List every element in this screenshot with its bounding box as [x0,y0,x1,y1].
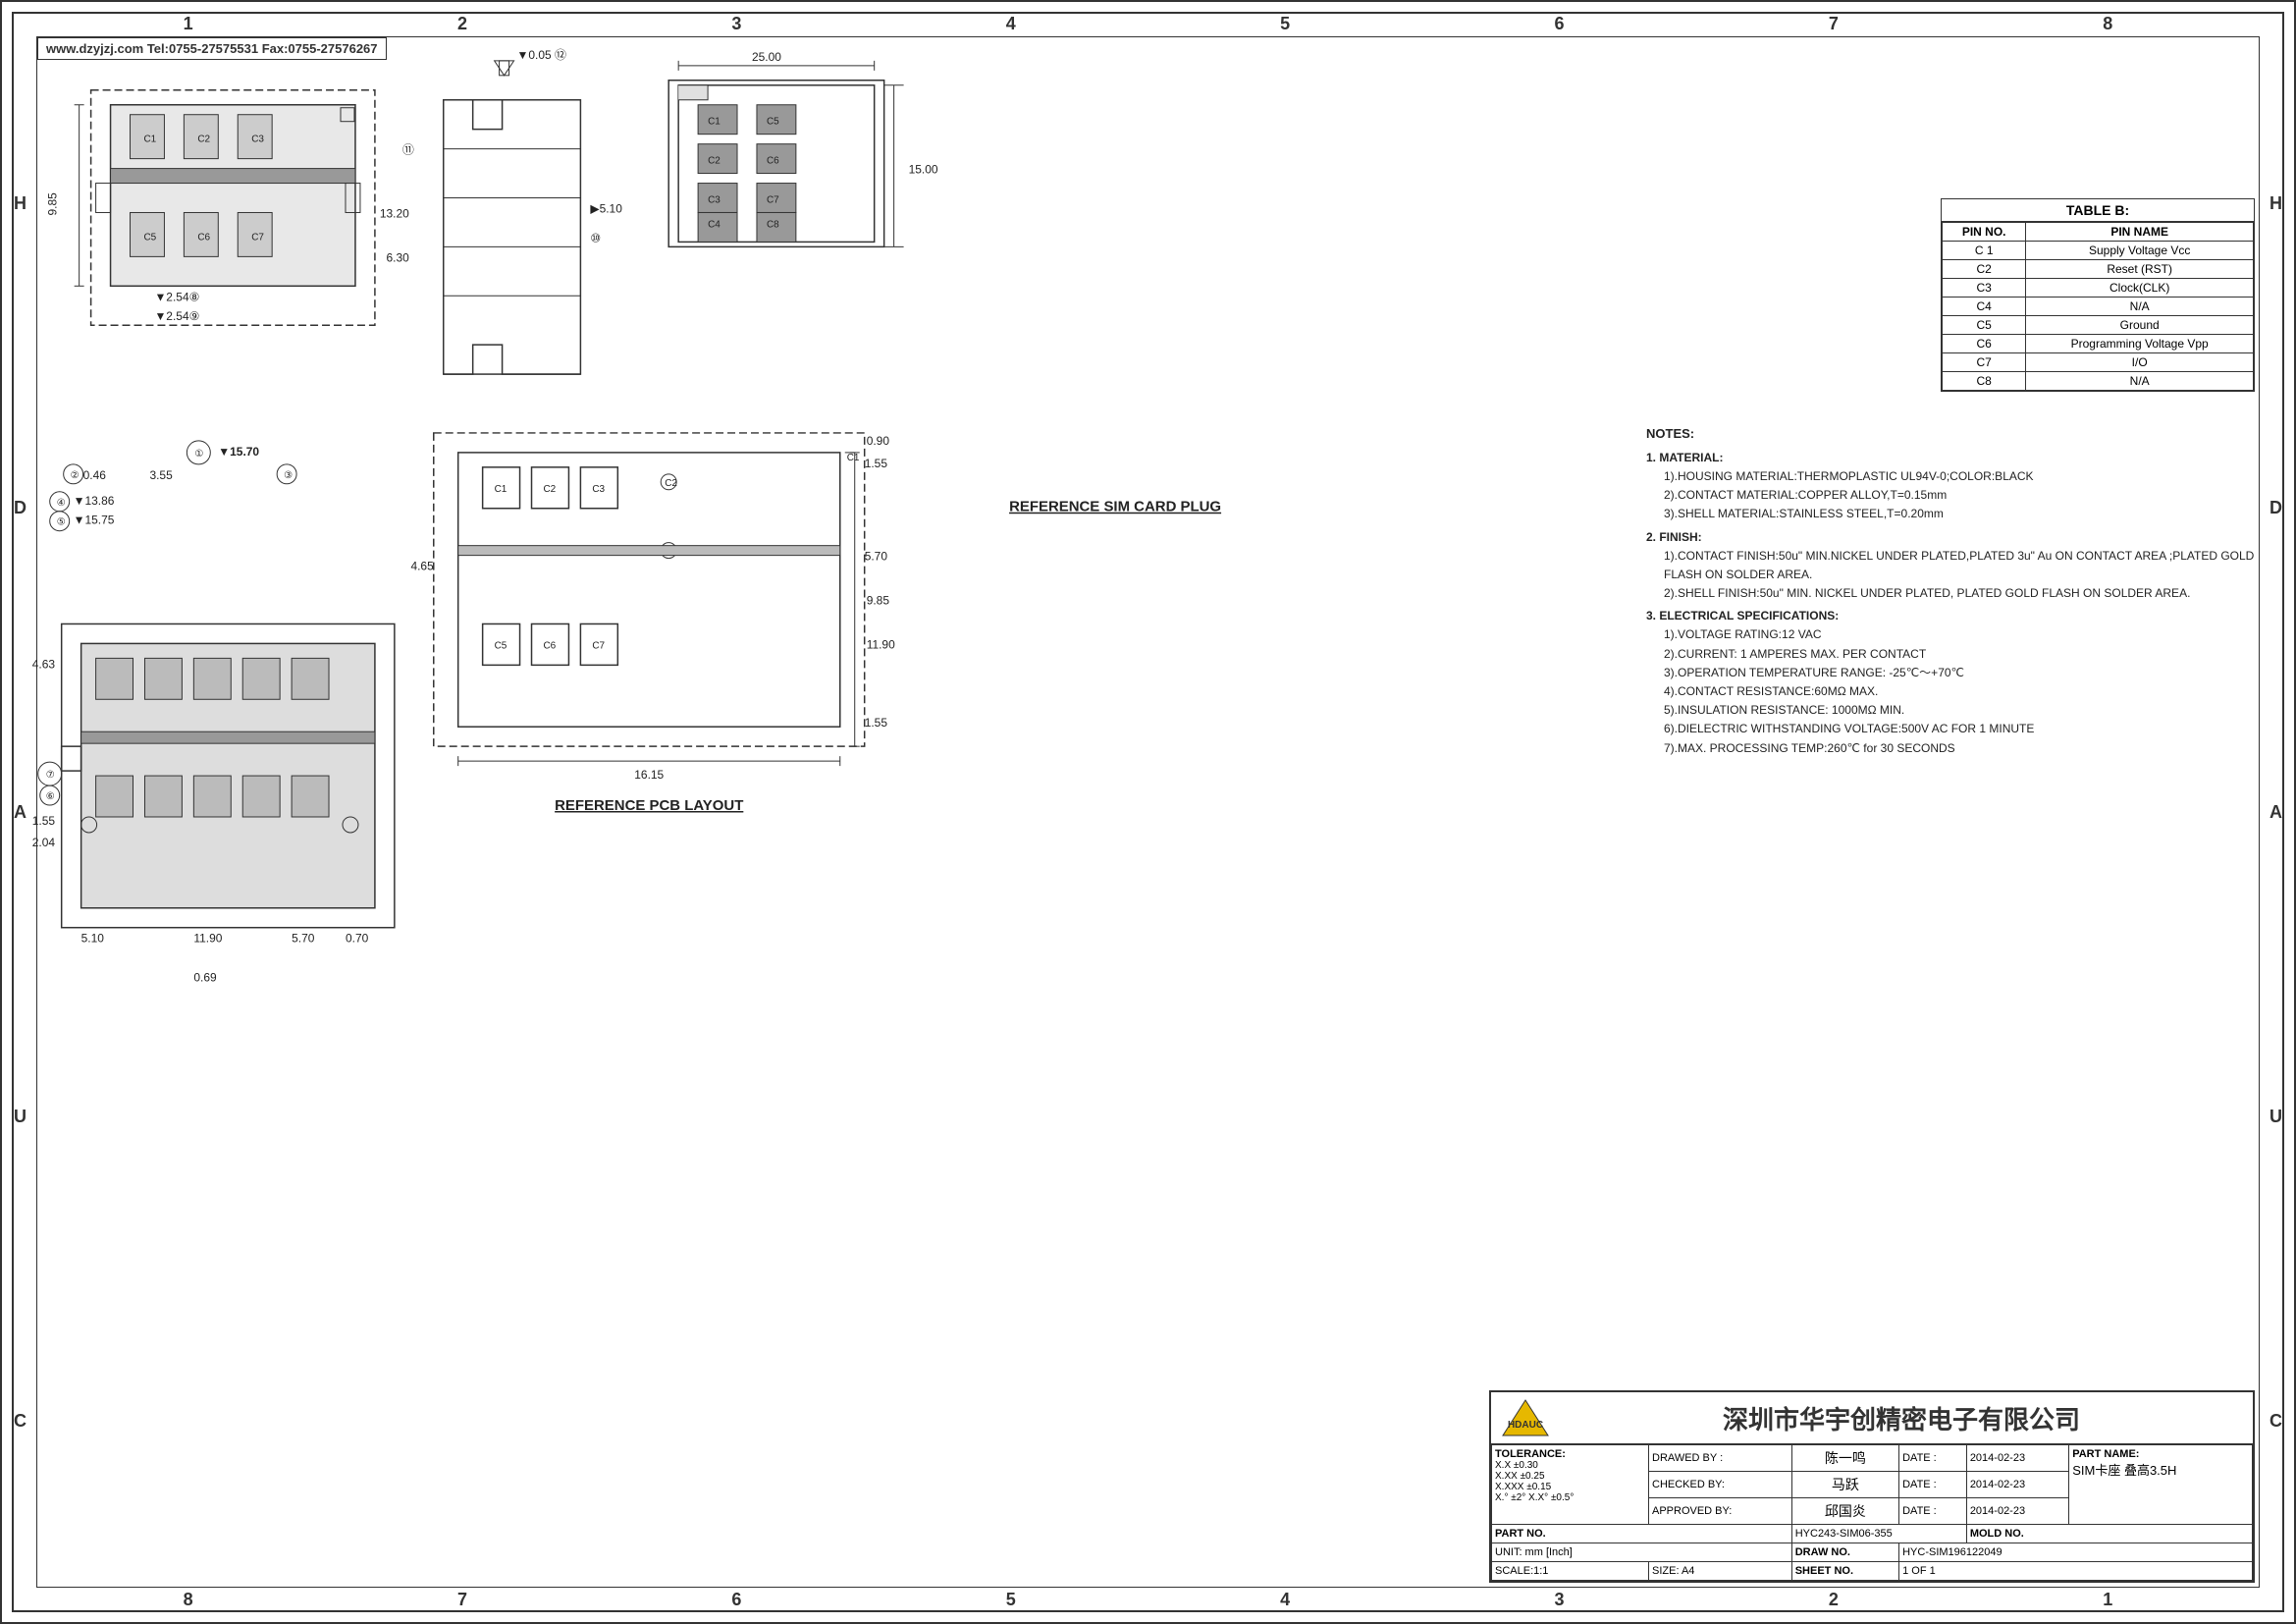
part-name-value: SIM卡座 叠高3.5H [2072,1460,2249,1479]
notes-title: NOTES: [1646,424,2255,445]
notes-heading: 2. FINISH: [1646,528,2255,547]
table-b-cell: C7 [1943,353,2026,372]
table-b-cell: Clock(CLK) [2026,279,2254,298]
notes-item: 1).VOLTAGE RATING:12 VAC [1664,625,2255,644]
scale-label: SCALE:1:1 [1492,1562,1649,1581]
grid-labels-top: 1 2 3 4 5 6 7 8 [2,14,2294,34]
checked-by-value: 马跃 [1791,1472,1898,1498]
checked-by-label: CHECKED BY: [1649,1472,1792,1498]
company-name: 深圳市华宇创精密电子有限公司 [1560,1400,2243,1436]
svg-text:HDAUC: HDAUC [1508,1420,1543,1431]
notes-item: 4).CONTACT RESISTANCE:60MΩ MAX. [1664,682,2255,701]
date-label-3: DATE : [1899,1498,1967,1525]
engineering-drawing-page: 1 2 3 4 5 6 7 8 8 7 6 5 4 3 2 1 H D A U … [0,0,2296,1624]
tolerance-values: X.X ±0.30 X.XX ±0.25 X.XXX ±0.15 [1495,1460,1645,1492]
notes-item: 3).OPERATION TEMPERATURE RANGE: -25℃～+70… [1664,664,2255,682]
table-b-cell: Supply Voltage Vcc [2026,242,2254,260]
notes-section: NOTES: 1. MATERIAL: 1).HOUSING MATERIAL:… [1646,424,2255,758]
title-block: HDAUC 深圳市华宇创精密电子有限公司 TOLERANCE: X.X ±0.3… [1489,1390,2255,1583]
date-approved: 2014-02-23 [1966,1498,2068,1525]
notes-item: 3).SHELL MATERIAL:STAINLESS STEEL,T=0.20… [1664,505,2255,523]
title-block-table: TOLERANCE: X.X ±0.30 X.XX ±0.25 X.XXX ±0… [1491,1444,2253,1581]
notes-heading: 1. MATERIAL: [1646,449,2255,467]
company-header: HDAUC 深圳市华宇创精密电子有限公司 [1491,1392,2253,1444]
notes-item: 7).MAX. PROCESSING TEMP:260℃ for 30 SECO… [1664,739,2255,758]
angle-tolerance: X.° ±2° X.X° ±0.5° [1495,1492,1645,1503]
table-b-cell: I/O [2026,353,2254,372]
notes-heading: 3. ELECTRICAL SPECIFICATIONS: [1646,607,2255,625]
table-b-cell: C6 [1943,335,2026,353]
table-b: TABLE B: PIN NO. PIN NAME C 1Supply Volt… [1941,198,2255,392]
table-b-cell: Programming Voltage Vpp [2026,335,2254,353]
notes-item: 2).CONTACT MATERIAL:COPPER ALLOY,T=0.15m… [1664,486,2255,505]
draw-no-value: HYC-SIM196122049 [1899,1543,2253,1562]
notes-item: 5).INSULATION RESISTANCE: 1000MΩ MIN. [1664,701,2255,720]
table-b-cell: C2 [1943,260,2026,279]
notes-item: 6).DIELECTRIC WITHSTANDING VOLTAGE:500V … [1664,720,2255,738]
date-label-1: DATE : [1899,1445,1967,1472]
notes-content: 1. MATERIAL: 1).HOUSING MATERIAL:THERMOP… [1646,449,2255,758]
approved-by-value: 邱国炎 [1791,1498,1898,1525]
table-b-cell: Reset (RST) [2026,260,2254,279]
table-b-cell: C4 [1943,298,2026,316]
notes-item: 2).SHELL FINISH:50u" MIN. NICKEL UNDER P… [1664,584,2255,603]
part-no-label: PART NO. [1492,1525,1792,1543]
company-logo: HDAUC [1501,1398,1550,1437]
grid-labels-left: H D A U C [14,2,27,1622]
draw-no-label: DRAW NO. [1791,1543,1898,1562]
notes-section-item: 3. ELECTRICAL SPECIFICATIONS: 1).VOLTAGE… [1646,607,2255,758]
part-no-value: HYC243-SIM06-355 [1791,1525,1966,1543]
part-name-cell: PART NAME: SIM卡座 叠高3.5H [2069,1445,2253,1525]
header-info: www.dzyjzj.com Tel:0755-27575531 Fax:075… [37,37,387,60]
notes-section-item: 1. MATERIAL: 1).HOUSING MATERIAL:THERMOP… [1646,449,2255,524]
grid-labels-bottom: 8 7 6 5 4 3 2 1 [2,1590,2294,1610]
tolerance-cell: TOLERANCE: X.X ±0.30 X.XX ±0.25 X.XXX ±0… [1492,1445,1649,1525]
sheet-no-value: 1 OF 1 [1899,1562,2253,1581]
table-b-cell: N/A [2026,372,2254,391]
grid-labels-right: H D A U C [2269,2,2282,1622]
tolerance-label: TOLERANCE: [1495,1448,1645,1460]
mold-no-label: MOLD NO. [1966,1525,2252,1543]
notes-item: 2).CURRENT: 1 AMPERES MAX. PER CONTACT [1664,645,2255,664]
drawn-by-value: 陈一鸣 [1791,1445,1898,1472]
notes-section-item: 2. FINISH: 1).CONTACT FINISH:50u" MIN.NI… [1646,528,2255,604]
date-label-2: DATE : [1899,1472,1967,1498]
table-b-cell: C5 [1943,316,2026,335]
table-b-header-pin-name: PIN NAME [2026,223,2254,242]
table-b-cell: C8 [1943,372,2026,391]
part-name-label: PART NAME: [2072,1448,2249,1460]
table-b-cell: N/A [2026,298,2254,316]
size-label: SIZE: A4 [1649,1562,1792,1581]
table-b-title: TABLE B: [1942,199,2254,222]
drawn-by-label: DRAWED BY : [1649,1445,1792,1472]
date-checked: 2014-02-23 [1966,1472,2068,1498]
table-b-cell: Ground [2026,316,2254,335]
notes-item: 1).HOUSING MATERIAL:THERMOPLASTIC UL94V-… [1664,467,2255,486]
approved-by-label: APPROVED BY: [1649,1498,1792,1525]
table-b-cell: C3 [1943,279,2026,298]
table-b-header-pin-no: PIN NO. [1943,223,2026,242]
table-b-cell: C 1 [1943,242,2026,260]
inner-border [36,36,2260,1588]
notes-item: 1).CONTACT FINISH:50u" MIN.NICKEL UNDER … [1664,547,2255,584]
unit-label: UNIT: mm [Inch] [1492,1543,1792,1562]
sheet-no-label: SHEET NO. [1791,1562,1898,1581]
date-drawn: 2014-02-23 [1966,1445,2068,1472]
